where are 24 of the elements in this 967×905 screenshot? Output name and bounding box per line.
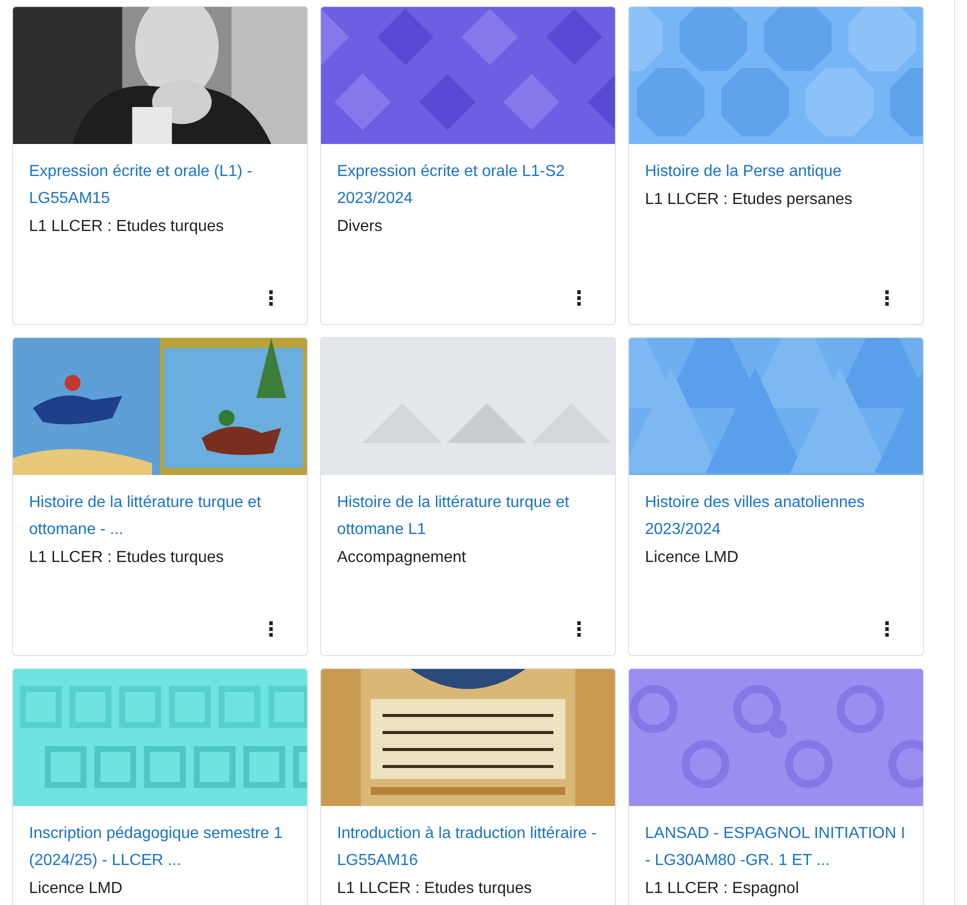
course-title-link[interactable]: Histoire de la littérature turque et ottomane - ... — [29, 489, 291, 543]
course-title-link[interactable]: Inscription pédagogique semestre 1 (2024/25) - LLCER ... — [29, 820, 291, 874]
course-title-link[interactable]: Histoire de la littérature turque et ottomane L1 — [337, 489, 599, 543]
course-title-link[interactable]: Expression écrite et orale L1-S2 2023/2024 — [337, 158, 599, 212]
course-category: L1 LLCER : Espagnol — [645, 879, 800, 899]
course-menu-button[interactable]: ⋮ — [251, 615, 291, 643]
course-menu-button[interactable]: ⋮ — [867, 615, 907, 643]
course-category: L1 LLCER : Etudes persanes — [645, 190, 854, 210]
course-category: L1 LLCER : Etudes turques — [29, 217, 225, 237]
course-category: Licence LMD — [645, 548, 740, 568]
course-menu-button[interactable]: ⋮ — [867, 284, 907, 312]
course-category: Licence LMD — [29, 879, 124, 899]
course-category: L1 LLCER : Etudes turques — [337, 879, 533, 899]
course-title-link[interactable]: Histoire des villes anatoliennes 2023/2024 — [645, 489, 907, 543]
course-category: Divers — [337, 217, 384, 237]
course-category: Accompagnement — [337, 548, 467, 568]
course-title-link[interactable]: Histoire de la Perse antique — [645, 158, 907, 185]
course-menu-button[interactable]: ⋮ — [559, 615, 599, 643]
course-menu-button[interactable]: ⋮ — [251, 284, 291, 312]
course-title-link[interactable]: LANSAD - ESPAGNOL INITIATION I - LG30AM80 -GR. 1 ET ... — [645, 820, 907, 874]
course-title-link[interactable]: Expression écrite et orale (L1) - LG55AM15 — [29, 158, 291, 212]
course-category: L1 LLCER : Etudes turques — [29, 548, 225, 568]
course-menu-button[interactable]: ⋮ — [559, 284, 599, 312]
course-title-link[interactable]: Introduction à la traduction littéraire - LG55AM16 — [337, 820, 599, 874]
